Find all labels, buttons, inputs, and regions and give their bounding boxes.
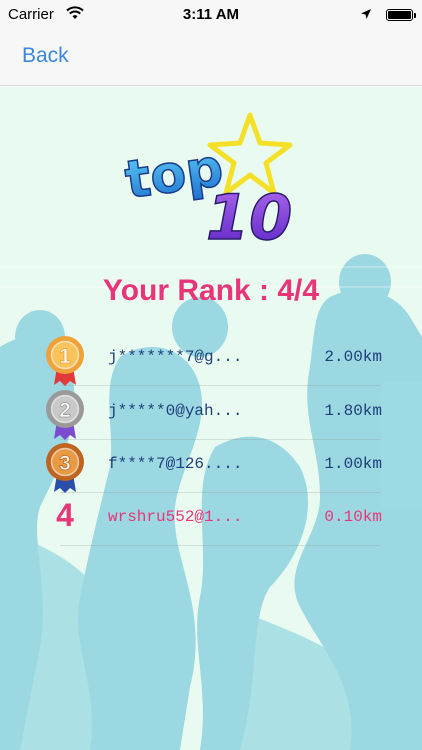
silver-medal-icon: 2: [44, 389, 86, 441]
svg-text:3: 3: [59, 452, 71, 475]
gold-medal-icon: 1: [44, 335, 86, 387]
user-email: j*******7@g...: [108, 348, 243, 366]
back-button[interactable]: Back: [22, 44, 69, 68]
distance-value: 0.10km: [324, 508, 382, 526]
user-email: f****7@126....: [108, 455, 243, 473]
ranking-screen: top 10 Your Rank : 4/4 1 j*******7@g... 2.…: [0, 87, 422, 750]
ranking-row: 3 f****7@126.... 1.00km: [0, 442, 422, 494]
rank-number: 4: [56, 497, 74, 533]
row-divider: [60, 492, 380, 493]
distance-value: 1.80km: [324, 402, 382, 420]
bronze-medal-icon: 3: [44, 442, 86, 494]
clock: 3:11 AM: [182, 6, 240, 23]
navigation-bar: Back: [0, 30, 422, 86]
svg-text:10: 10: [206, 181, 292, 249]
user-email: wrshru552@1...: [108, 508, 243, 526]
status-bar: Carrier 3:11 AM: [0, 0, 422, 30]
ranking-row: 4 wrshru552@1... 0.10km: [0, 495, 422, 545]
location-arrow-icon: [360, 7, 372, 24]
row-divider: [60, 545, 380, 546]
ranking-row: 1 j*******7@g... 2.00km: [0, 335, 422, 387]
user-email: j*****0@yah...: [108, 402, 243, 420]
distance-value: 2.00km: [324, 348, 382, 366]
row-divider: [60, 385, 380, 386]
top10-logo: top 10: [121, 112, 293, 249]
distance-value: 1.00km: [324, 455, 382, 473]
svg-text:2: 2: [59, 399, 71, 422]
ranking-row: 2 j*****0@yah... 1.80km: [0, 389, 422, 441]
row-divider: [60, 439, 380, 440]
svg-text:1: 1: [59, 345, 71, 368]
battery-icon: [386, 9, 416, 21]
your-rank-title: Your Rank : 4/4: [102, 274, 320, 307]
